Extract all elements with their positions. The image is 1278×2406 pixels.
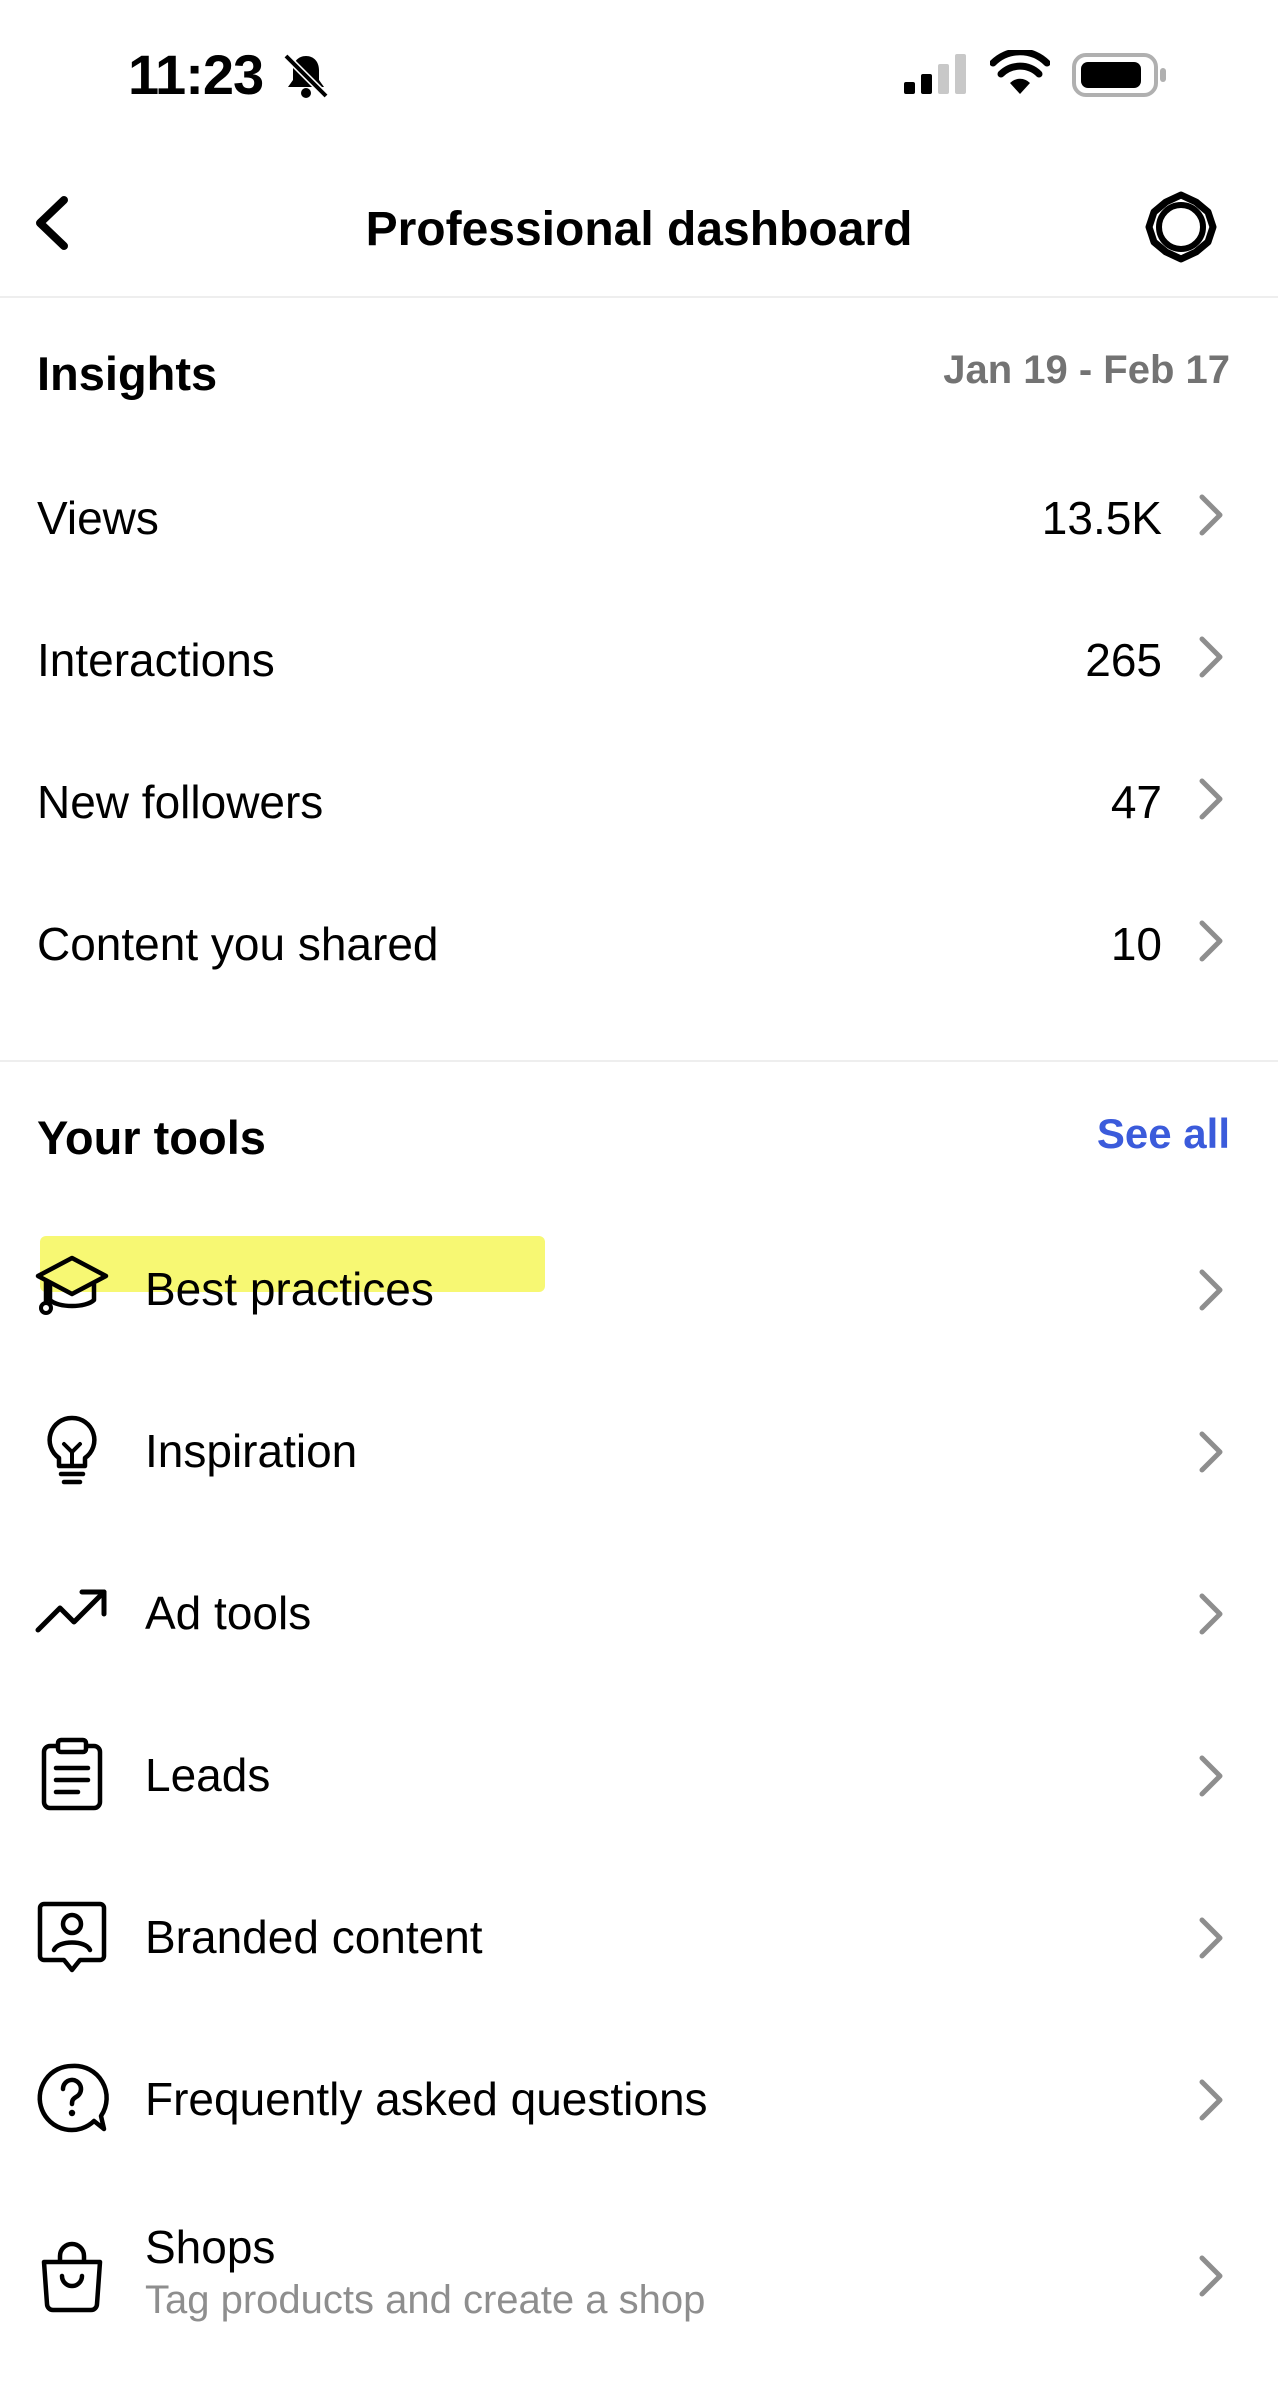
chevron-right-icon [1199,1593,1223,1635]
chevron-right-icon [1199,1431,1223,1473]
bell-muted-icon [283,53,329,99]
nav-bar: Professional dashboard [0,150,1278,298]
chevron-right-icon [1199,920,1223,962]
cellular-signal-icon [904,54,966,94]
question-bubble-icon [37,2063,109,2133]
chevron-right-icon [1199,2079,1223,2121]
tool-row-ad-tools[interactable]: Ad tools [0,1544,1278,1684]
metric-value: 265 [1085,634,1162,686]
tool-label: Frequently asked questions [145,2073,708,2125]
settings-gear-icon[interactable] [1144,190,1218,264]
tool-label: Branded content [145,1911,483,1963]
metric-label: Views [37,492,159,544]
insights-title: Insights [37,347,218,400]
metric-row-content-shared[interactable]: Content you shared 10 [0,881,1278,1001]
chevron-right-icon [1199,778,1223,820]
wifi-icon [990,50,1050,94]
metric-row-interactions[interactable]: Interactions 265 [0,597,1278,717]
page-title: Professional dashboard [365,203,913,256]
chevron-right-icon [1199,2255,1223,2297]
metric-label: New followers [37,776,324,828]
metric-value: 47 [1110,776,1162,828]
chevron-right-icon [1199,494,1223,536]
tool-row-leads[interactable]: Leads [0,1706,1278,1846]
lightbulb-icon [47,1415,97,1485]
tool-row-shops[interactable]: Shops Tag products and create a shop [0,2200,1278,2350]
chevron-right-icon [1199,1269,1223,1311]
clipboard-icon [41,1737,103,1811]
tools-title: Your tools [37,1111,266,1164]
chevron-right-icon [1199,1917,1223,1959]
metric-row-views[interactable]: Views 13.5K [0,455,1278,575]
tool-label: Ad tools [145,1587,312,1639]
metric-value: 10 [1110,918,1162,970]
tool-subtitle: Tag products and create a shop [145,2278,706,2322]
graduation-cap-icon [35,1255,109,1315]
chevron-right-icon [1199,1755,1223,1797]
tool-row-faq[interactable]: Frequently asked questions [0,2030,1278,2170]
tool-label: Best practices [145,1263,434,1315]
tool-label: Shops [145,2221,276,2273]
battery-icon [1072,53,1166,97]
date-range[interactable]: Jan 19 - Feb 17 [943,348,1230,393]
tool-row-branded-content[interactable]: Branded content [0,1868,1278,2008]
tool-row-inspiration[interactable]: Inspiration [0,1382,1278,1522]
status-bar: 11:23 [0,0,1278,150]
chevron-right-icon [1199,636,1223,678]
branded-content-icon [37,1901,107,1973]
tool-row-best-practices[interactable]: Best practices [0,1220,1278,1360]
metric-value: 13.5K [1041,492,1162,544]
metric-label: Content you shared [37,918,439,970]
see-all-link[interactable]: See all [1097,1110,1230,1158]
trending-up-icon [35,1589,107,1633]
tool-label: Inspiration [145,1425,358,1477]
shopping-bag-icon [41,2241,103,2313]
status-time: 11:23 [128,43,264,106]
tool-label: Leads [145,1749,271,1801]
metric-row-new-followers[interactable]: New followers 47 [0,739,1278,859]
metric-label: Interactions [37,634,275,686]
section-divider [0,1060,1278,1062]
